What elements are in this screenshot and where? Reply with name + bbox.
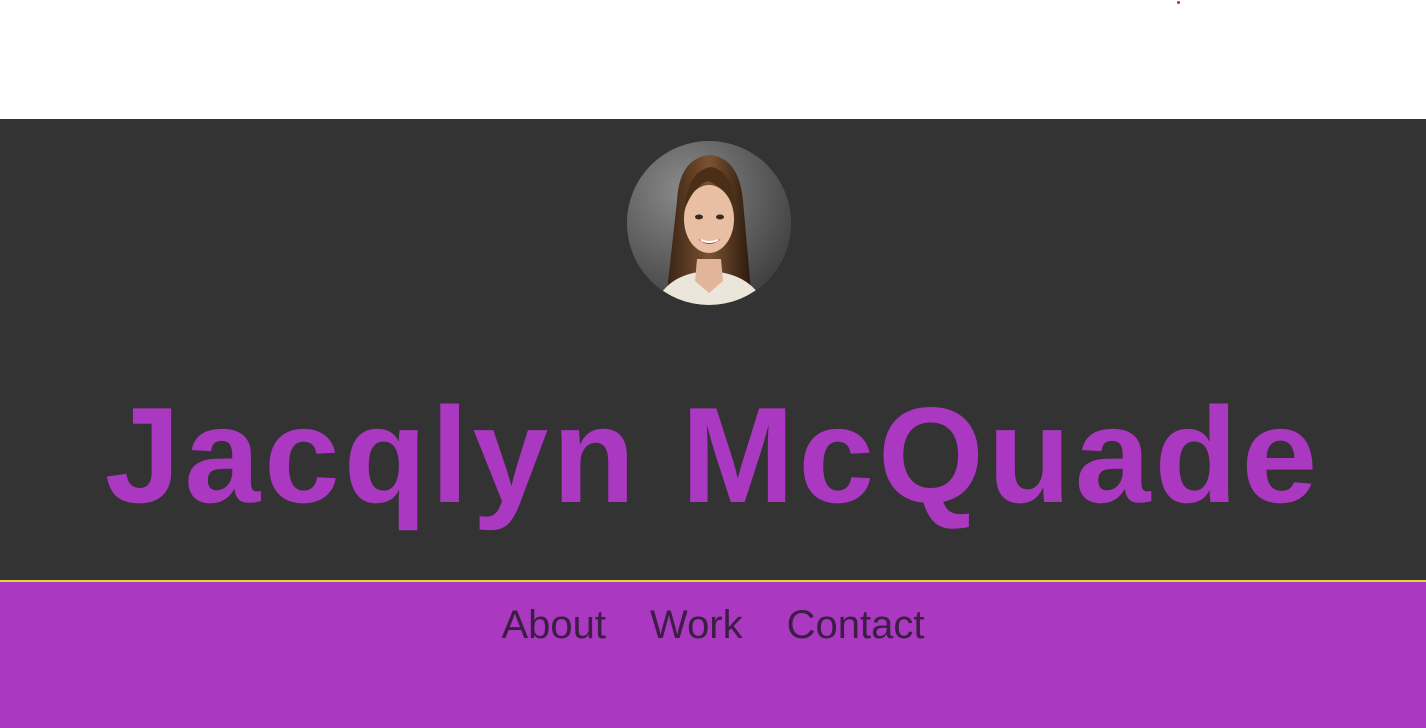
red-dot-mark xyxy=(1177,1,1180,4)
nav-link-contact[interactable]: Contact xyxy=(787,603,925,647)
nav-item-contact: Contact xyxy=(787,602,925,648)
nav-bar: About Work Contact xyxy=(0,582,1426,728)
nav-link-about[interactable]: About xyxy=(502,603,607,647)
profile-avatar xyxy=(627,141,791,305)
page-title: Jacqlyn McQuade xyxy=(104,379,1322,531)
nav-item-work: Work xyxy=(650,602,743,648)
nav-item-about: About xyxy=(502,602,607,648)
top-blank-area xyxy=(0,0,1426,119)
nav-list: About Work Contact xyxy=(0,602,1426,648)
hero-section: Jacqlyn McQuade xyxy=(0,119,1426,581)
profile-photo-icon xyxy=(627,141,791,305)
nav-link-work[interactable]: Work xyxy=(650,603,743,647)
page: Jacqlyn McQuade About Work Contact xyxy=(0,0,1426,728)
